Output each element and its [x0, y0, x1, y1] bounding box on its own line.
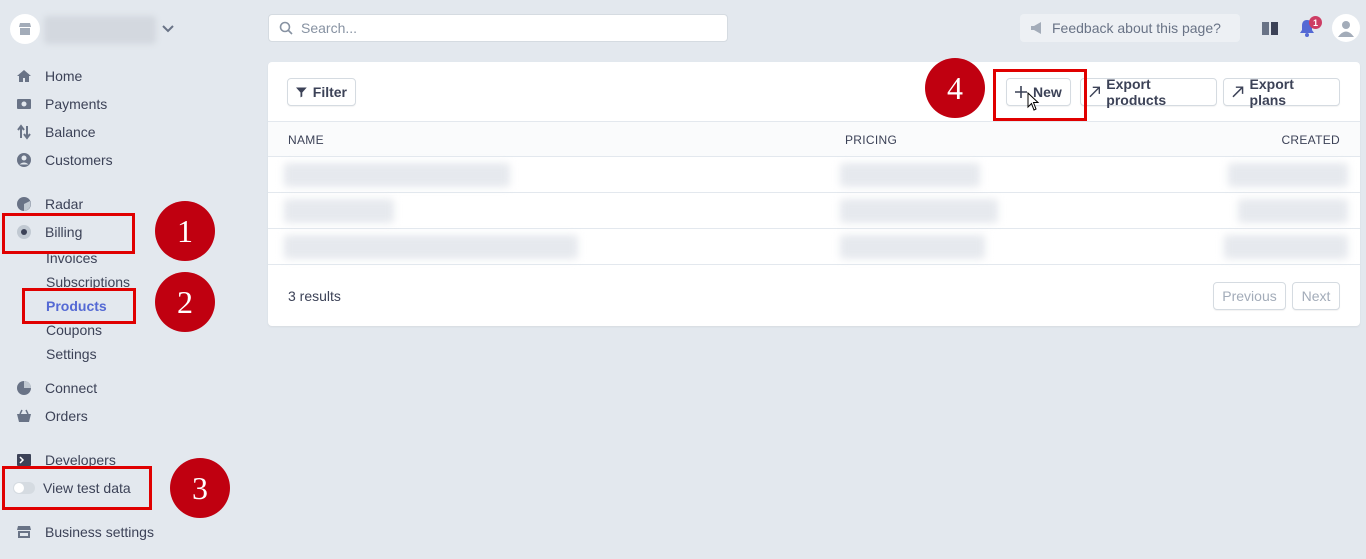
step-badge-4: 4 — [925, 58, 985, 118]
account-name-redacted[interactable] — [44, 16, 156, 44]
export-plans-label: Export plans — [1249, 76, 1294, 108]
chevron-down-icon[interactable] — [160, 20, 176, 36]
sidebar-item-radar[interactable]: Radar — [15, 194, 83, 214]
feedback-label: Feedback about this page? — [1052, 20, 1221, 36]
table-row[interactable] — [268, 157, 1360, 193]
arrow-up-right-icon — [1089, 86, 1101, 98]
sidebar-item-label: Home — [45, 68, 83, 84]
sidebar-item-balance[interactable]: Balance — [15, 122, 96, 142]
filter-button[interactable]: Filter — [287, 78, 356, 106]
arrow-up-right-icon — [1232, 86, 1244, 98]
redacted-cell — [1224, 235, 1348, 259]
search-input[interactable] — [299, 19, 703, 37]
filter-icon — [296, 87, 307, 98]
sidebar-item-home[interactable]: Home — [15, 66, 82, 86]
column-header-name[interactable]: NAME — [288, 133, 324, 147]
highlight-products — [22, 288, 136, 324]
results-count: 3 results — [288, 288, 341, 304]
highlight-billing — [2, 213, 135, 254]
highlight-new-button — [993, 69, 1087, 121]
sidebar-item-payments[interactable]: Payments — [15, 94, 107, 114]
radar-icon — [15, 195, 33, 213]
step-badge-2: 2 — [155, 272, 215, 332]
filter-label: Filter — [312, 84, 347, 100]
step-badge-1: 1 — [155, 201, 215, 261]
orders-icon — [15, 407, 33, 425]
balance-icon — [15, 123, 33, 141]
highlight-test-data — [2, 466, 152, 510]
column-header-created[interactable]: CREATED — [1281, 133, 1340, 147]
search-bar[interactable] — [268, 14, 728, 42]
sidebar-item-label: Balance — [45, 124, 96, 140]
next-page-button[interactable]: Next — [1292, 282, 1340, 310]
search-icon — [279, 21, 293, 35]
feedback-button[interactable]: Feedback about this page? — [1020, 14, 1240, 42]
avatar[interactable] — [1332, 14, 1360, 42]
sidebar-item-label: Radar — [45, 196, 84, 212]
sidebar-subitem-settings[interactable]: Settings — [46, 345, 97, 363]
redacted-cell — [840, 163, 980, 187]
export-products-label: Export products — [1106, 76, 1167, 108]
customers-icon — [15, 151, 33, 169]
sidebar-item-label: Customers — [45, 152, 113, 168]
payments-icon — [15, 95, 33, 113]
table-row[interactable] — [268, 193, 1360, 229]
account-logo[interactable] — [10, 14, 40, 44]
redacted-cell — [1228, 163, 1348, 187]
redacted-cell — [284, 163, 510, 187]
home-icon — [15, 67, 33, 85]
sidebar-item-label: Orders — [45, 408, 88, 424]
step-badge-3: 3 — [170, 458, 230, 518]
sidebar-item-label: Business settings — [45, 524, 154, 540]
connect-icon — [15, 379, 33, 397]
redacted-cell — [840, 199, 998, 223]
redacted-cell — [840, 235, 985, 259]
products-card: Filter New Export products Export plans … — [268, 62, 1360, 326]
store-icon — [15, 523, 33, 541]
export-products-button[interactable]: Export products — [1080, 76, 1217, 108]
sidebar-item-label: Payments — [45, 96, 108, 112]
megaphone-icon — [1031, 22, 1041, 34]
sidebar-item-connect[interactable]: Connect — [15, 378, 97, 398]
table-header: NAME PRICING CREATED — [268, 121, 1360, 157]
redacted-cell — [284, 235, 578, 259]
redacted-cell — [1238, 199, 1348, 223]
sidebar-item-label: Connect — [45, 380, 98, 396]
sidebar-item-business-settings[interactable]: Business settings — [15, 522, 154, 542]
previous-page-button[interactable]: Previous — [1213, 282, 1286, 310]
sidebar-item-orders[interactable]: Orders — [15, 406, 88, 426]
docs-book-icon[interactable] — [1260, 18, 1280, 38]
notification-badge: 1 — [1309, 16, 1322, 29]
sidebar-item-customers[interactable]: Customers — [15, 150, 113, 170]
redacted-cell — [284, 199, 394, 223]
export-plans-button[interactable]: Export plans — [1223, 76, 1340, 108]
table-row[interactable] — [268, 229, 1360, 265]
column-header-pricing[interactable]: PRICING — [845, 133, 897, 147]
